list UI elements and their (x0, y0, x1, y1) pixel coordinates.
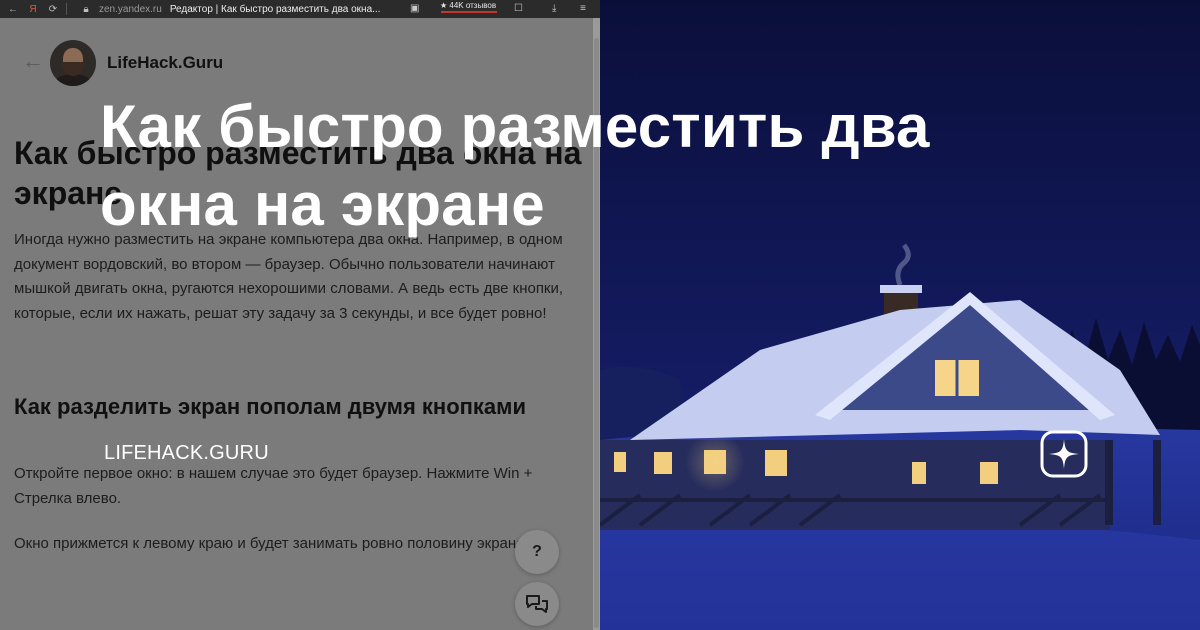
porch-post (1153, 440, 1161, 525)
back-arrow-icon[interactable]: ← (22, 50, 44, 72)
lock-icon: 🔒︎ (83, 3, 89, 15)
reload-icon[interactable]: ⟳ (46, 4, 60, 15)
yandex-icon[interactable]: Я (26, 4, 40, 15)
step-2-text: Окно прижмется к левому краю и будет зан… (14, 535, 529, 552)
help-button[interactable]: ? (515, 530, 559, 574)
back-icon[interactable]: ← (6, 4, 20, 15)
tab-title[interactable]: Редактор | Как быстро разместить два окн… (170, 4, 381, 15)
rating-badge[interactable]: ★ 44K отзывов (440, 1, 496, 10)
rating-badge-underline (441, 11, 497, 13)
avatar[interactable] (50, 40, 96, 86)
download-icon[interactable]: ⤓ (552, 3, 556, 14)
channel-name[interactable]: LifeHack.Guru (107, 53, 223, 73)
step-1-text: Откройте первое окно: в нашем случае это… (14, 465, 533, 507)
bookmark-outline-icon[interactable]: ☐ (514, 3, 523, 14)
section-heading: Как разделить экран пополам двумя кнопка… (14, 394, 526, 419)
chat-button[interactable] (515, 582, 559, 626)
overlay-title: Как быстро разместить два окна на экране (100, 93, 930, 238)
snow-ground-highlight (600, 513, 1200, 630)
chimney-cap (880, 285, 922, 293)
browser-toolbar: ← Я ⟳ 🔒︎ zen.yandex.ru Редактор | Как бы… (0, 0, 600, 18)
bookmark-icon[interactable]: ▣ (410, 3, 419, 14)
toolbar-divider (66, 3, 67, 15)
site-label: LIFEHACK.GURU (104, 442, 269, 464)
chat-icon (526, 595, 548, 613)
menu-icon[interactable]: ≡ (580, 3, 586, 14)
address-bar-url[interactable]: zen.yandex.ru (99, 4, 162, 15)
help-icon: ? (532, 543, 542, 560)
zen-logo-icon (1040, 430, 1088, 478)
porch-post (1105, 440, 1113, 525)
window-glow (685, 432, 745, 492)
